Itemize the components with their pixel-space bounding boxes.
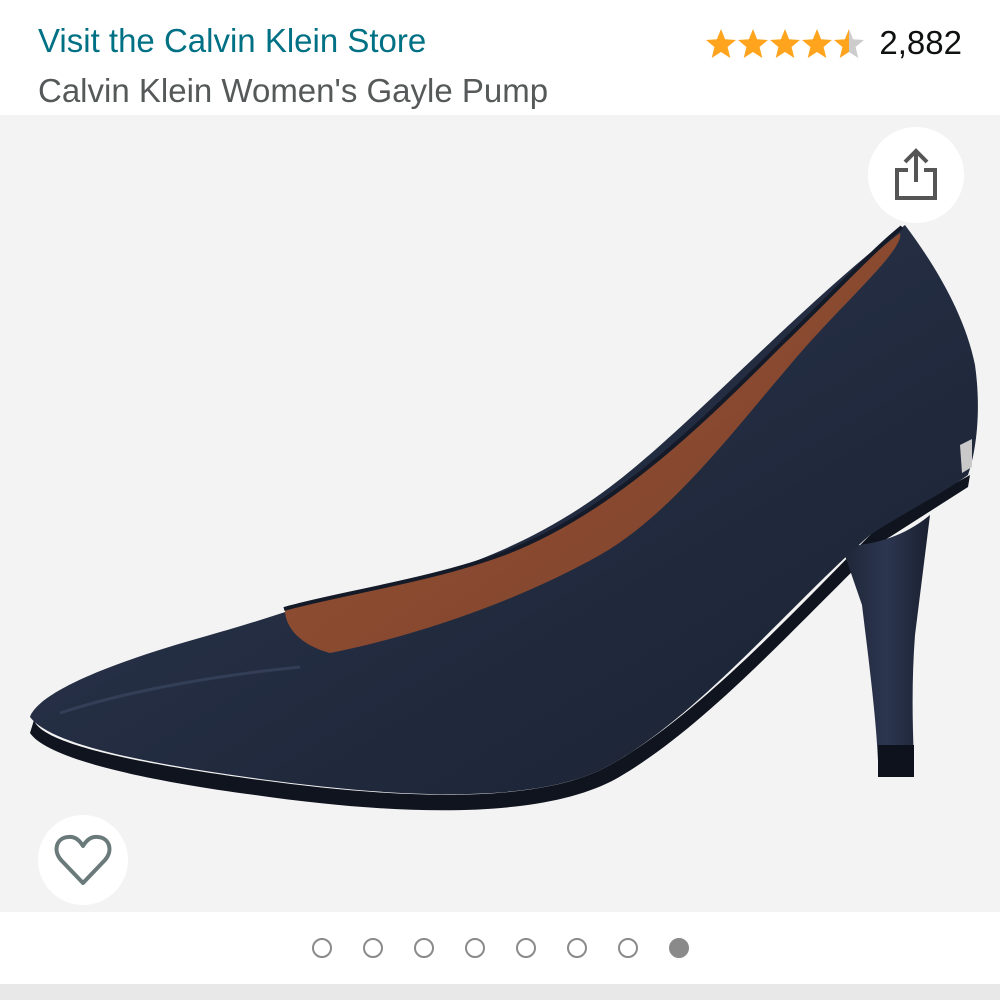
star-icon — [738, 28, 769, 58]
star-icon — [834, 28, 865, 58]
pager-dot[interactable] — [515, 938, 536, 958]
product-header: Visit the Calvin Klein Store Calvin Klei… — [0, 0, 1000, 115]
pager-dot[interactable] — [362, 938, 383, 958]
star-icon — [706, 28, 737, 58]
star-icon — [770, 28, 801, 58]
pager-dot[interactable] — [311, 938, 332, 958]
product-page: Visit the Calvin Klein Store Calvin Klei… — [0, 0, 1000, 1000]
star-rating — [705, 28, 865, 59]
image-pager — [0, 912, 1000, 984]
product-title: Calvin Klein Women's Gayle Pump — [38, 72, 549, 109]
pager-dot[interactable] — [566, 938, 587, 958]
pager-dot[interactable] — [668, 938, 689, 958]
pager-dot[interactable] — [413, 938, 434, 958]
pager-dot[interactable] — [617, 938, 638, 958]
review-count: 2,882 — [879, 24, 962, 61]
store-link[interactable]: Visit the Calvin Klein Store — [38, 22, 426, 60]
wishlist-button[interactable] — [38, 815, 128, 905]
share-button[interactable] — [868, 127, 964, 223]
heart-icon — [54, 834, 112, 885]
divider — [0, 984, 1000, 1000]
product-image — [30, 225, 978, 811]
rating-summary[interactable]: 2,882 — [705, 22, 962, 64]
star-icon — [802, 28, 833, 58]
share-icon — [895, 148, 937, 200]
pager-dot[interactable] — [464, 938, 485, 958]
image-gallery[interactable] — [0, 115, 1000, 912]
